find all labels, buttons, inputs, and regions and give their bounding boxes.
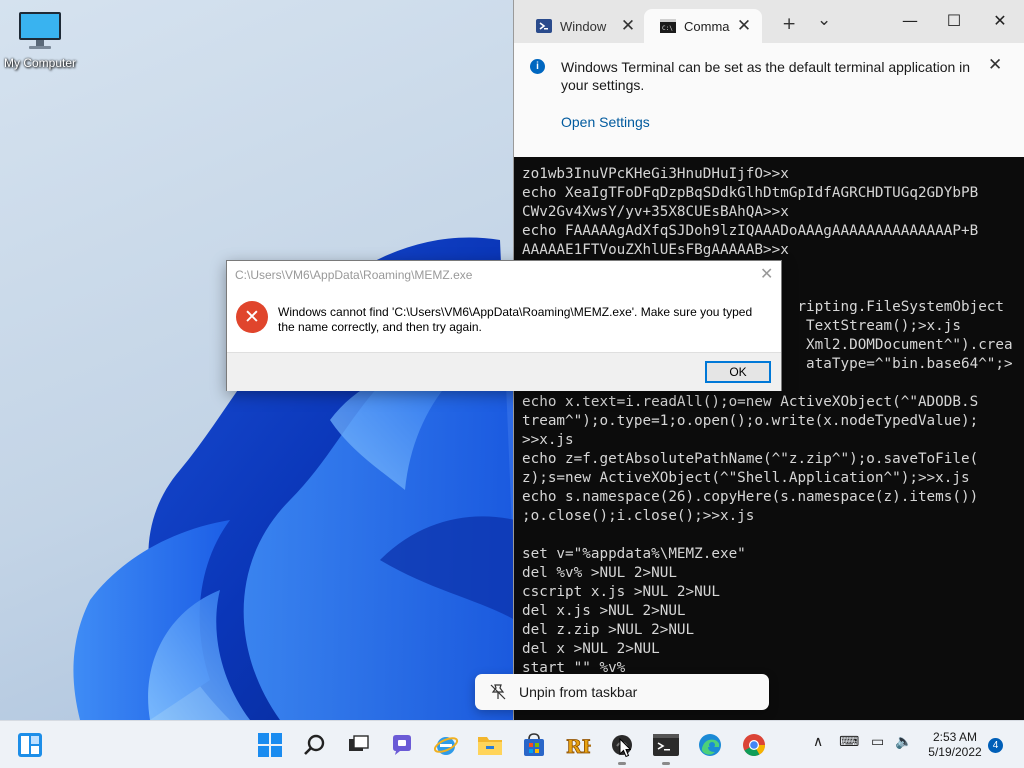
monitor-icon <box>19 12 61 49</box>
unpin-icon <box>490 684 506 700</box>
console-line: >>x.js <box>522 432 574 448</box>
tab-label: Comma <box>684 18 730 34</box>
maximize-button[interactable]: ☐ <box>938 8 970 34</box>
desktop-icon-label: My Computer <box>3 56 77 70</box>
rh-app-icon: RH <box>566 736 591 757</box>
close-window-button[interactable]: ✕ <box>984 8 1016 34</box>
tray-overflow-chevron-icon[interactable]: ∧ <box>813 734 823 750</box>
dialog-message: Windows cannot find 'C:\Users\VM6\AppDat… <box>278 305 753 334</box>
file-explorer-icon <box>478 737 502 755</box>
search-icon <box>304 734 325 755</box>
task-view-button[interactable] <box>341 728 375 762</box>
error-dialog: C:\Users\VM6\AppData\Roaming\MEMZ.exe ✕ … <box>226 260 782 391</box>
microsoft-store-icon <box>524 733 544 756</box>
tab-strip: Window ✕ C:\ Comma ✕ + ⌄ — ☐ ✕ <box>514 0 1024 43</box>
cmd-icon: C:\ <box>660 19 676 33</box>
minimize-button[interactable]: — <box>894 8 926 34</box>
tab-command-prompt[interactable]: C:\ Comma ✕ <box>644 9 762 43</box>
rh-app-button[interactable]: RH <box>561 728 595 762</box>
desktop-icon-my-computer[interactable]: My Computer <box>0 10 80 78</box>
console-line: zo1wb3InuVPcKHeGi3HnuDHuIjfO>>x <box>522 166 789 182</box>
infobar-close-icon[interactable]: ✕ <box>988 55 1002 75</box>
volume-icon[interactable]: 🔈 <box>895 734 912 750</box>
edge-button[interactable] <box>693 728 727 762</box>
edge-icon <box>699 734 721 756</box>
console-line: echo x.text=i.readAll();o=new ActiveXObj… <box>522 394 979 410</box>
internet-explorer-icon <box>433 737 459 755</box>
notification-badge[interactable]: 4 <box>988 738 1003 753</box>
keyboard-icon[interactable]: ⌨ <box>839 734 859 750</box>
network-icon[interactable]: ▭ <box>871 734 884 750</box>
start-button[interactable] <box>253 728 287 762</box>
tab-dropdown-icon[interactable]: ⌄ <box>817 10 831 30</box>
chat-button[interactable] <box>385 728 419 762</box>
new-tab-button[interactable]: + <box>782 14 796 34</box>
console-line: del z.zip >NUL 2>NUL <box>522 622 695 638</box>
unpin-label: Unpin from taskbar <box>519 684 638 700</box>
chrome-button[interactable] <box>737 728 771 762</box>
unpin-from-taskbar-menu-item[interactable]: Unpin from taskbar <box>475 674 769 710</box>
svg-text:C:\: C:\ <box>662 25 673 32</box>
terminal-icon <box>653 734 679 756</box>
error-icon: ✕ <box>236 301 268 333</box>
console-line: CWv2Gv4XwsY/yv+35X8CUEsBAhQA>>x <box>522 204 789 220</box>
console-line: z);s=new ActiveXObject(^"Shell.Applicati… <box>522 470 970 486</box>
console-line: echo XeaIgTFoDFqDzpBqSDdkGlhDtmGpIdfAGRC… <box>522 185 979 201</box>
console-line: tream^");o.type=1;o.open();o.write(x.nod… <box>522 413 979 429</box>
console-line: echo s.namespace(26).copyHere(s.namespac… <box>522 489 979 505</box>
microsoft-store-button[interactable] <box>517 728 551 762</box>
file-explorer-button[interactable] <box>473 728 507 762</box>
console-line: cscript x.js >NUL 2>NUL <box>522 584 720 600</box>
open-settings-link[interactable]: Open Settings <box>561 114 650 130</box>
clock-date: 5/19/2022 <box>928 745 982 759</box>
console-output[interactable]: zo1wb3InuVPcKHeGi3HnuDHuIjfO>>x echo XeaI… <box>522 165 1022 678</box>
mouse-cursor-icon <box>619 738 631 758</box>
search-button[interactable] <box>297 728 331 762</box>
ok-button[interactable]: OK <box>705 361 771 383</box>
console-line: AAAAAE1FTVouZXhlUEsFBgAAAAAB>>x <box>522 242 789 258</box>
taskbar: RH ∧ ⌨ ▭ 🔈 2:53 AM 5/19/2022 4 <box>0 720 1024 768</box>
tab-powershell[interactable]: Window ✕ <box>520 9 646 43</box>
console-line: ;o.close();i.close();>>x.js <box>522 508 755 524</box>
dialog-close-icon[interactable]: ✕ <box>760 264 773 283</box>
dialog-footer: OK <box>227 352 781 391</box>
info-icon: i <box>530 59 545 74</box>
chat-icon <box>393 735 411 755</box>
svg-text:RH: RH <box>566 736 591 757</box>
chrome-icon <box>743 734 765 756</box>
tab-label: Window <box>560 18 607 34</box>
console-line: echo z=f.getAbsolutePathName(^"z.zip^");… <box>522 451 979 467</box>
console-line: del %v% >NUL 2>NUL <box>522 565 677 581</box>
console-line: del x.js >NUL 2>NUL <box>522 603 686 619</box>
start-icon <box>258 733 282 757</box>
infobar: i Windows Terminal can be set as the def… <box>514 43 1024 157</box>
widgets-icon <box>18 733 42 757</box>
powershell-icon <box>536 19 552 33</box>
terminal-button[interactable] <box>649 728 683 765</box>
console-line: echo FAAAAAgAdXfqSJDoh9lzIQAAADoAAAgAAAA… <box>522 223 979 239</box>
internet-explorer-button[interactable] <box>429 728 463 762</box>
task-view-icon <box>349 735 369 751</box>
console-line: del x >NUL 2>NUL <box>522 641 660 657</box>
infobar-message: Windows Terminal can be set as the defau… <box>561 59 971 93</box>
console-line: set v="%appdata%\MEMZ.exe" <box>522 546 746 562</box>
widgets-button[interactable] <box>13 728 47 762</box>
clock[interactable]: 2:53 AM 5/19/2022 <box>920 730 990 760</box>
tab-close-icon[interactable]: ✕ <box>618 17 638 34</box>
tab-close-icon[interactable]: ✕ <box>734 17 754 34</box>
clock-time: 2:53 AM <box>932 730 978 744</box>
dialog-title: C:\Users\VM6\AppData\Roaming\MEMZ.exe <box>235 268 473 282</box>
